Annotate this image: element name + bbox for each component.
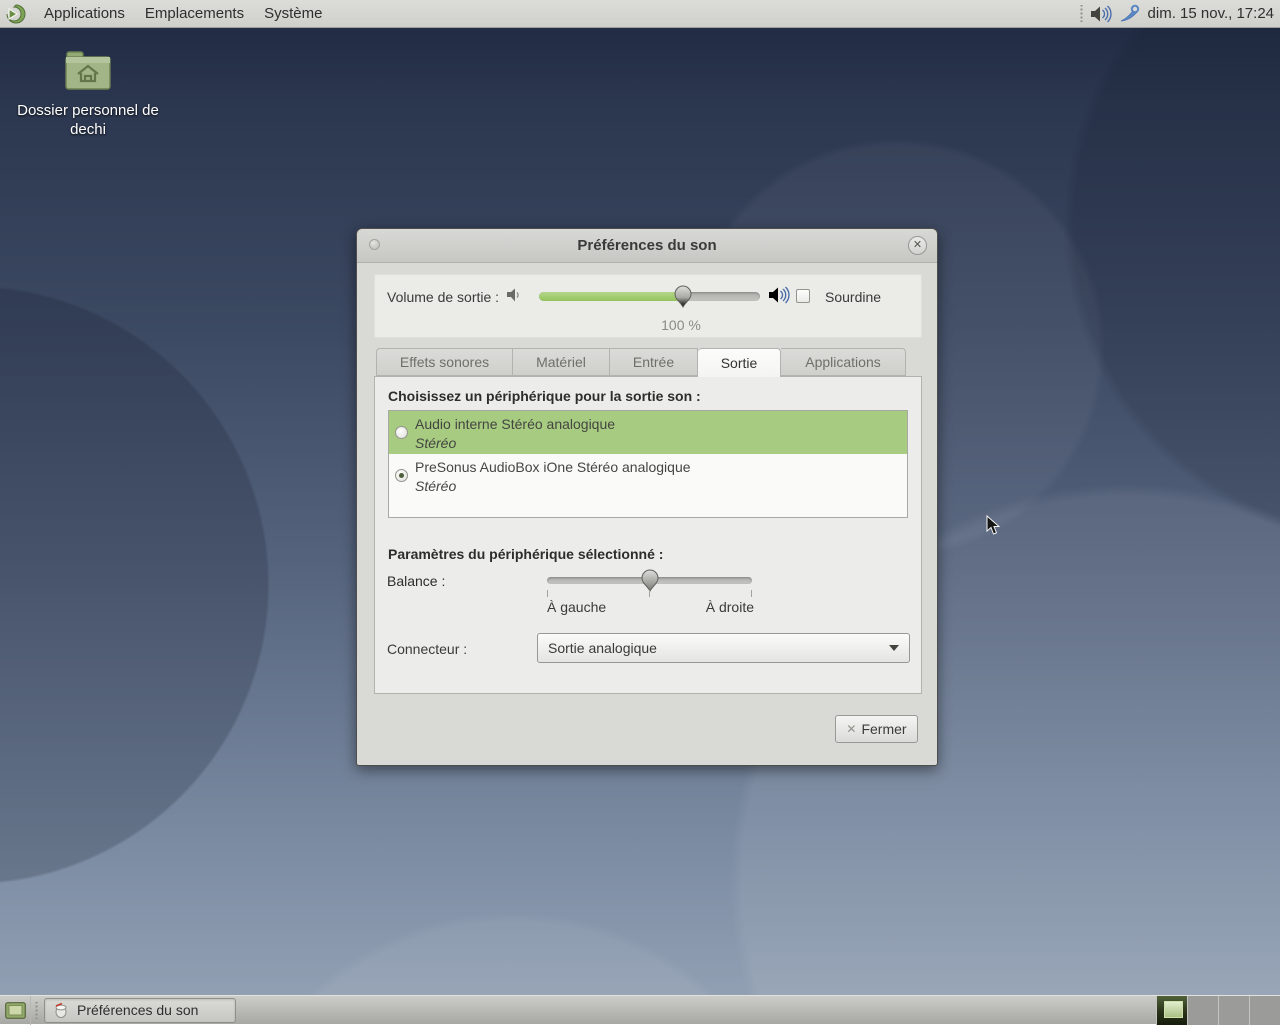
selected-device-params-label: Paramètres du périphérique sélectionné : [388, 546, 664, 562]
taskbar-grip[interactable] [34, 1001, 39, 1019]
task-button-label: Préférences du son [77, 1002, 199, 1018]
workspace-3[interactable] [1218, 995, 1249, 1025]
balance-tick-right [751, 590, 752, 597]
choose-device-label: Choisissez un périphérique pour la sorti… [388, 388, 701, 404]
workspace-window-preview [1164, 1000, 1183, 1018]
close-icon: ✕ [912, 239, 923, 251]
speaker-loud-icon [769, 286, 790, 304]
task-button-preferences-du-son[interactable]: Préférences du son [44, 997, 236, 1023]
balance-tick-center [649, 590, 650, 597]
mute-checkbox[interactable] [796, 289, 810, 303]
connector-value: Sortie analogique [548, 640, 657, 656]
output-volume-frame: Volume de sortie : Sourdine 100 % [374, 274, 922, 338]
balance-slider[interactable] [547, 569, 752, 597]
tab-bar: Effets sonores Matériel Entrée Sortie Ap… [376, 348, 906, 377]
top-panel: Applications Emplacements Système dim. 1… [0, 0, 1280, 28]
menu-applications[interactable]: Applications [34, 0, 135, 27]
tab-applications[interactable]: Applications [781, 348, 906, 376]
titlebar[interactable]: Préférences du son ✕ [357, 229, 937, 263]
tab-label: Applications [805, 354, 881, 370]
balance-tick-left [547, 590, 548, 597]
balance-label: Balance : [387, 573, 446, 589]
menu-emplacements[interactable]: Emplacements [135, 0, 254, 27]
tab-sortie[interactable]: Sortie [698, 348, 781, 377]
task-window-icon [55, 1002, 67, 1018]
home-folder-desktop-icon[interactable]: Dossier personnel de dechi [12, 50, 164, 139]
balance-right-label: À droite [705, 599, 754, 615]
device-name: PreSonus AudioBox iOne Stéréo analogique [415, 459, 691, 475]
menu-systeme-label: Système [264, 5, 323, 22]
menu-applications-label: Applications [44, 5, 125, 22]
workspace-2[interactable] [1187, 995, 1218, 1025]
connector-dropdown[interactable]: Sortie analogique [537, 633, 910, 663]
menu-systeme[interactable]: Système [254, 0, 332, 27]
output-volume-fill [539, 292, 683, 301]
speaker-low-icon [507, 288, 519, 302]
desktop-icon-label: Dossier personnel de dechi [17, 102, 159, 138]
radio-checked-icon[interactable] [395, 468, 408, 482]
show-desktop-icon [4, 1001, 26, 1019]
workspace-4[interactable] [1249, 995, 1280, 1025]
panel-grip[interactable] [1078, 5, 1084, 22]
menu-emplacements-label: Emplacements [144, 5, 245, 22]
window-title: Préférences du son [577, 237, 717, 254]
output-volume-label: Volume de sortie : [387, 289, 500, 305]
output-volume-value: 100 % [661, 317, 701, 333]
tab-entree[interactable]: Entrée [610, 348, 698, 376]
output-volume-handle[interactable] [674, 285, 692, 308]
connector-label: Connecteur : [387, 641, 468, 657]
main-menu-button[interactable] [4, 2, 28, 26]
tab-effets-sonores[interactable]: Effets sonores [376, 348, 513, 376]
close-button-label: Fermer [861, 721, 907, 737]
workspace-1[interactable] [1156, 995, 1187, 1025]
output-device-list: Audio interne Stéréo analogique Stéréo P… [388, 410, 908, 518]
balance-handle[interactable] [640, 569, 659, 592]
sortie-tab-page: Choisissez un périphérique pour la sorti… [374, 376, 922, 694]
device-profile: Stéréo [415, 478, 457, 494]
window-close-button[interactable]: ✕ [908, 236, 927, 255]
output-volume-slider[interactable] [539, 285, 760, 308]
home-folder-icon [65, 51, 111, 90]
chevron-down-icon [889, 645, 899, 651]
tab-label: Matériel [536, 354, 586, 370]
sound-preferences-window: Préférences du son ✕ Volume de sortie : … [356, 228, 938, 766]
device-row-audio-interne[interactable]: Audio interne Stéréo analogique Stéréo [389, 411, 907, 454]
show-desktop-button[interactable] [0, 995, 31, 1025]
device-profile: Stéréo [415, 435, 457, 451]
mouse-cursor [986, 515, 1000, 535]
tab-label: Entrée [632, 354, 675, 370]
close-x-icon: ✕ [846, 722, 857, 736]
window-menu-icon[interactable] [369, 239, 380, 250]
panel-clock[interactable]: dim. 15 nov., 17:24 [1148, 5, 1274, 22]
workspace-switcher [1156, 995, 1280, 1025]
tab-label: Sortie [720, 355, 758, 371]
distro-logo-icon [6, 3, 26, 23]
tab-label: Effets sonores [399, 354, 490, 370]
device-row-presonus[interactable]: PreSonus AudioBox iOne Stéréo analogique… [389, 454, 907, 497]
close-dialog-button[interactable]: ✕ Fermer [835, 715, 918, 743]
tab-materiel[interactable]: Matériel [513, 348, 610, 376]
balance-left-label: À gauche [547, 599, 607, 615]
device-name: Audio interne Stéréo analogique [415, 416, 616, 432]
volume-tray-icon[interactable] [1090, 4, 1114, 23]
bottom-taskbar: Préférences du son [0, 995, 1280, 1025]
tablet-pen-tray-icon[interactable] [1120, 4, 1142, 24]
mute-label: Sourdine [825, 289, 882, 305]
radio-unchecked-icon[interactable] [395, 425, 408, 439]
